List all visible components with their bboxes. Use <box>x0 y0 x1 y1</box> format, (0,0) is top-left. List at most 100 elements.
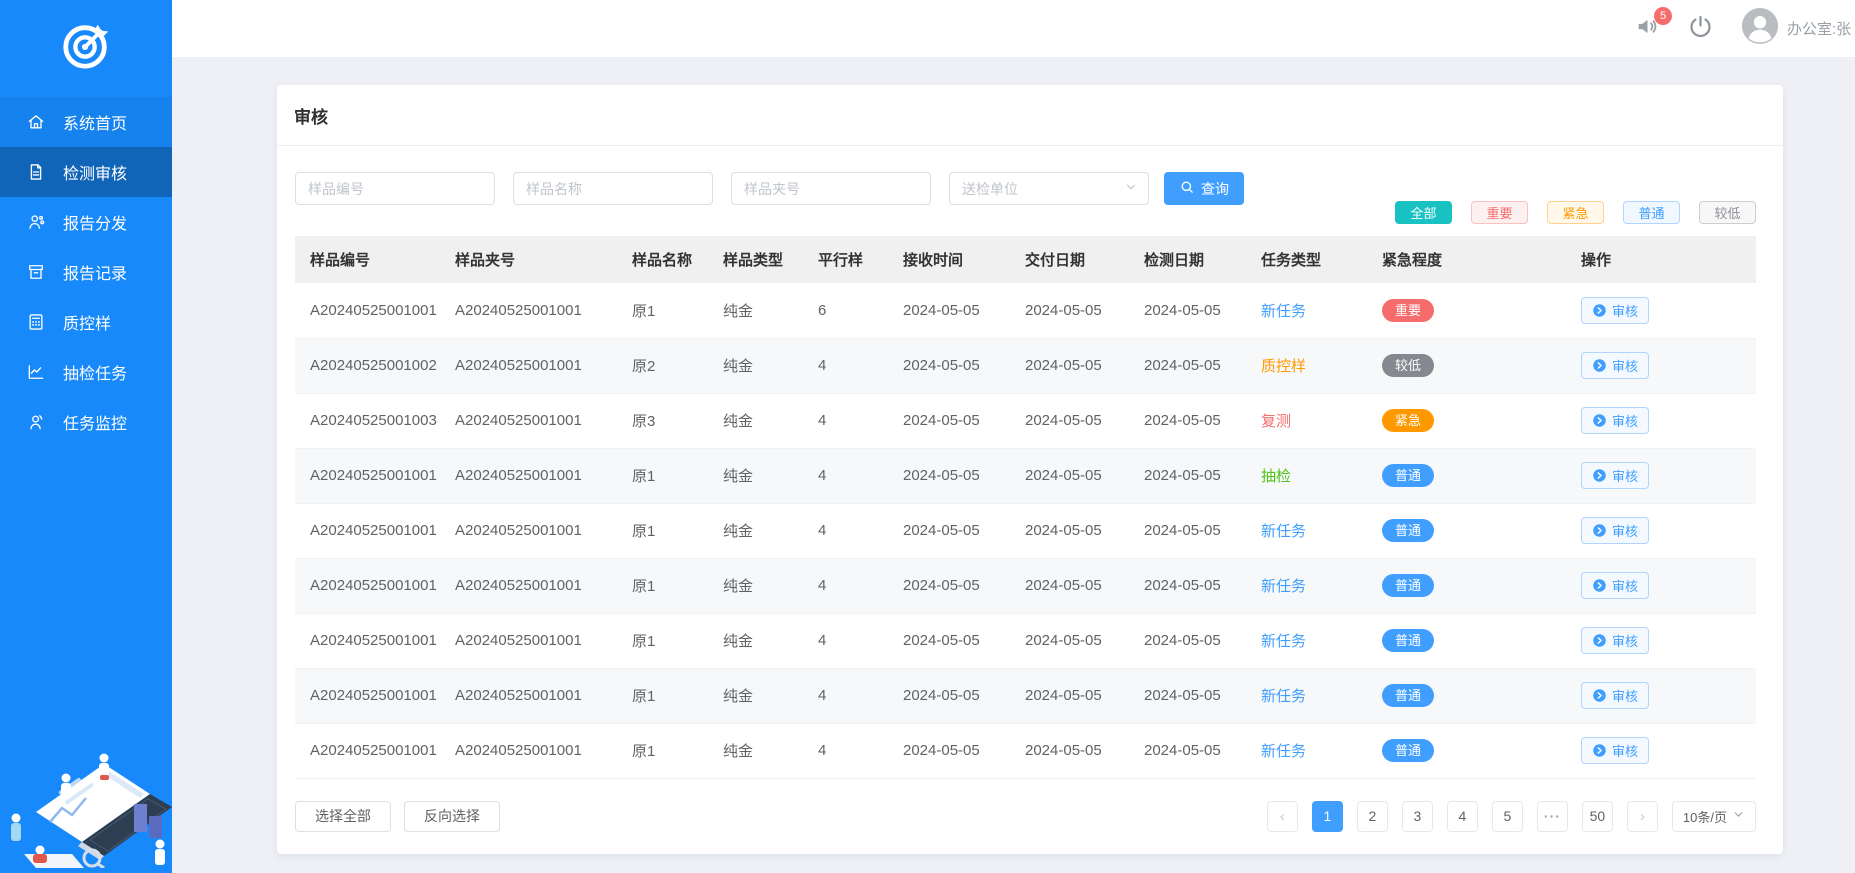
table-cell: A20240525001001 <box>445 503 622 558</box>
folder-no-input[interactable] <box>731 172 931 205</box>
page-size-select[interactable]: 10条/页 <box>1672 801 1756 832</box>
unit-select[interactable]: 送检单位 <box>949 172 1149 205</box>
table-cell: 新任务 <box>1251 503 1372 558</box>
notifications-button[interactable]: 5 <box>1635 14 1660 44</box>
share-user-icon <box>25 211 47 233</box>
review-button[interactable]: 审核 <box>1581 517 1649 544</box>
table-row: A20240525001003A20240525001001原3纯金42024-… <box>295 393 1756 448</box>
sidebar-item-report-records[interactable]: 报告记录 <box>0 247 172 297</box>
table-cell: 2024-05-05 <box>1015 503 1134 558</box>
pagination-page-button[interactable]: 3 <box>1402 801 1433 832</box>
table-cell: 4 <box>808 723 893 778</box>
urgency-badge: 重要 <box>1382 299 1434 322</box>
sidebar-item-system-home[interactable]: 系统首页 <box>0 97 172 147</box>
calculator-icon <box>25 311 47 333</box>
table-cell: 复测 <box>1251 393 1372 448</box>
sidebar-item-report-dispatch[interactable]: 报告分发 <box>0 197 172 247</box>
urgency-badge: 普通 <box>1382 519 1434 542</box>
table-cell: 审核 <box>1571 338 1756 393</box>
urgency-badge: 普通 <box>1382 464 1434 487</box>
invert-selection-button[interactable]: 反向选择 <box>404 801 500 832</box>
table-cell: A20240525001001 <box>445 393 622 448</box>
priority-tab-urgent[interactable]: 紧急 <box>1547 201 1604 224</box>
table-cell: 原1 <box>622 448 713 503</box>
pagination-page-button[interactable]: ··· <box>1537 801 1568 832</box>
review-button-label: 审核 <box>1612 521 1638 540</box>
review-button[interactable]: 审核 <box>1581 352 1649 379</box>
user-menu[interactable]: 办公室:张 <box>1741 7 1855 50</box>
review-button-label: 审核 <box>1612 301 1638 320</box>
arrow-right-circle-icon <box>1592 688 1607 703</box>
review-button[interactable]: 审核 <box>1581 407 1649 434</box>
table-cell: 纯金 <box>713 503 808 558</box>
sidebar: 系统首页检测审核报告分发报告记录质控样抽检任务任务监控 <box>0 0 172 873</box>
pagination-page-button[interactable]: 4 <box>1447 801 1478 832</box>
sidebar-item-sampling-tasks[interactable]: 抽检任务 <box>0 347 172 397</box>
priority-tab-normal[interactable]: 普通 <box>1623 201 1680 224</box>
review-button-label: 审核 <box>1612 741 1638 760</box>
samples-table: 样品编号样品夹号样品名称样品类型平行样接收时间交付日期检测日期任务类型紧急程度操… <box>295 236 1756 779</box>
power-icon <box>1687 13 1714 45</box>
select-all-button[interactable]: 选择全部 <box>295 801 391 832</box>
pagination-page-button[interactable]: 2 <box>1357 801 1388 832</box>
review-button[interactable]: 审核 <box>1581 627 1649 654</box>
review-button[interactable]: 审核 <box>1581 462 1649 489</box>
table-row: A20240525001001A20240525001001原1纯金62024-… <box>295 283 1756 338</box>
table-cell: A20240525001001 <box>445 668 622 723</box>
arrow-right-circle-icon <box>1592 358 1607 373</box>
column-header: 样品类型 <box>713 236 808 283</box>
notification-count-badge: 5 <box>1654 7 1672 25</box>
table-cell: 2024-05-05 <box>1015 723 1134 778</box>
pagination-page-button[interactable]: 5 <box>1492 801 1523 832</box>
page-size-label: 10条/页 <box>1683 807 1727 826</box>
review-button-label: 审核 <box>1612 356 1638 375</box>
sample-name-input[interactable] <box>513 172 713 205</box>
sidebar-item-test-review[interactable]: 检测审核 <box>0 147 172 197</box>
search-button[interactable]: 查询 <box>1164 172 1244 205</box>
table-cell: 2024-05-05 <box>1015 668 1134 723</box>
review-button[interactable]: 审核 <box>1581 572 1649 599</box>
sidebar-item-label: 质控样 <box>63 310 111 334</box>
pagination-page-button[interactable]: 50 <box>1582 801 1613 832</box>
sidebar-item-qc-sample[interactable]: 质控样 <box>0 297 172 347</box>
app-logo <box>0 0 172 97</box>
pagination-page-button[interactable]: 1 <box>1312 801 1343 832</box>
review-button[interactable]: 审核 <box>1581 737 1649 764</box>
sample-no-input[interactable] <box>295 172 495 205</box>
priority-tab-all[interactable]: 全部 <box>1395 201 1452 224</box>
arrow-right-circle-icon <box>1592 303 1607 318</box>
table-cell: 新任务 <box>1251 558 1372 613</box>
urgency-badge: 普通 <box>1382 574 1434 597</box>
table-cell: 2024-05-05 <box>1015 393 1134 448</box>
table-cell: 4 <box>808 338 893 393</box>
table-cell: 审核 <box>1571 448 1756 503</box>
table-cell: A20240525001001 <box>295 283 445 338</box>
table-cell: 重要 <box>1372 283 1571 338</box>
task-type-label: 新任务 <box>1261 578 1306 595</box>
column-header: 样品编号 <box>295 236 445 283</box>
pagination-next-button[interactable]: › <box>1627 801 1658 832</box>
priority-tab-low[interactable]: 较低 <box>1699 201 1756 224</box>
sidebar-item-task-monitor[interactable]: 任务监控 <box>0 397 172 447</box>
table-cell: 2024-05-05 <box>893 558 1015 613</box>
column-header: 操作 <box>1571 236 1756 283</box>
table-cell: 审核 <box>1571 558 1756 613</box>
arrow-right-circle-icon <box>1592 413 1607 428</box>
logout-power-button[interactable] <box>1687 13 1714 45</box>
review-button[interactable]: 审核 <box>1581 297 1649 324</box>
table-cell: 原1 <box>622 613 713 668</box>
arrow-right-circle-icon <box>1592 468 1607 483</box>
pagination-prev-button[interactable]: ‹ <box>1267 801 1298 832</box>
table-cell: 审核 <box>1571 503 1756 558</box>
review-button-label: 审核 <box>1612 576 1638 595</box>
task-type-label: 质控样 <box>1261 358 1306 375</box>
urgency-badge: 普通 <box>1382 739 1434 762</box>
table-cell: A20240525001001 <box>445 613 622 668</box>
table-cell: 审核 <box>1571 723 1756 778</box>
monitor-user-icon <box>25 411 47 433</box>
review-button[interactable]: 审核 <box>1581 682 1649 709</box>
review-button-label: 审核 <box>1612 411 1638 430</box>
priority-tab-important[interactable]: 重要 <box>1471 201 1528 224</box>
chevron-down-icon <box>1124 180 1138 197</box>
table-cell: 2024-05-05 <box>1134 723 1251 778</box>
